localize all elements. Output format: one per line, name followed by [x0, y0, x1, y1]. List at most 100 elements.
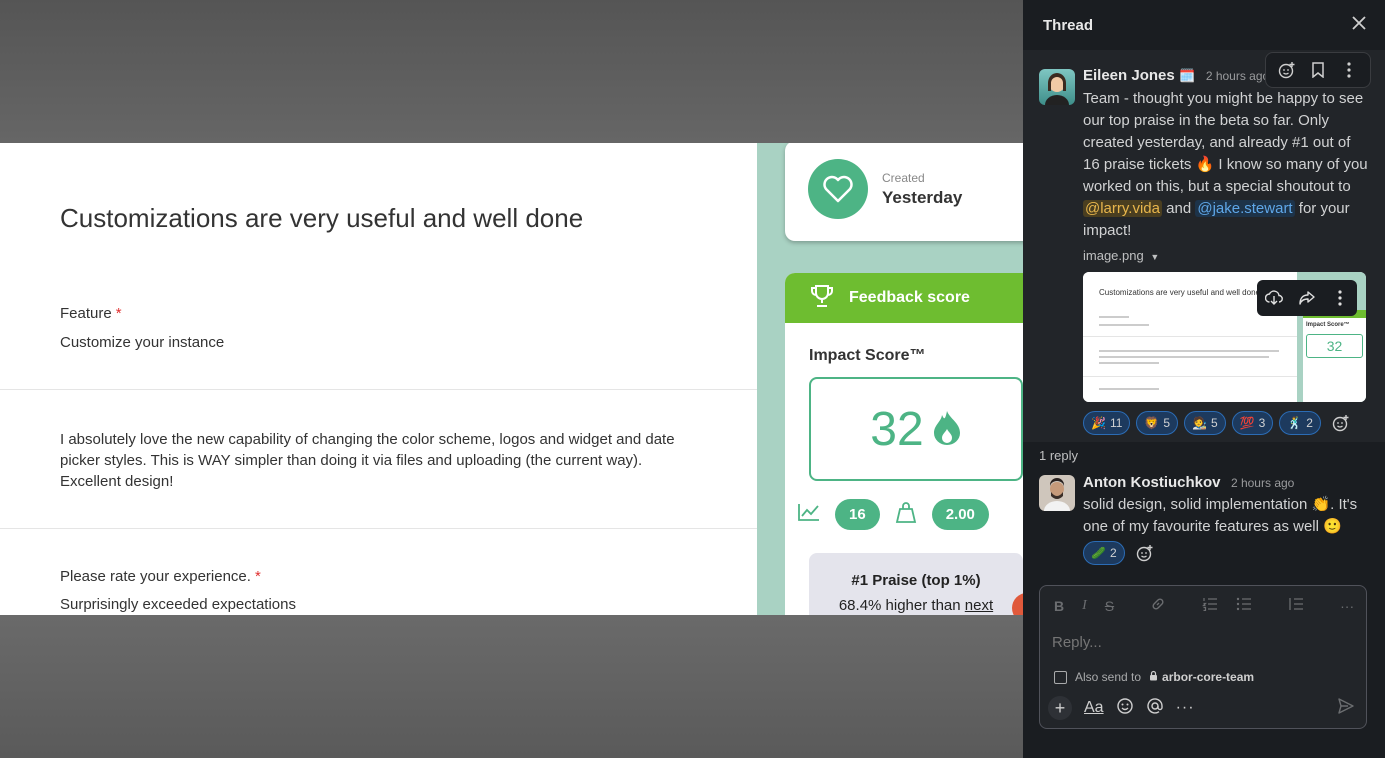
thumb-score-label: Impact Score™ [1306, 322, 1350, 328]
mention-jake[interactable]: @jake.stewart [1195, 200, 1295, 217]
thumb-title: Customizations are very useful and well … [1099, 288, 1260, 297]
emoji-icon[interactable] [1116, 697, 1134, 720]
reply-meta: Anton Kostiuchkov 2 hours ago [1083, 474, 1294, 492]
thumb-score-card: Impact Score™ 32 [1303, 310, 1366, 402]
lightbox-backdrop-top [0, 0, 1023, 143]
score-header-label: Feedback score [849, 289, 970, 306]
avatar[interactable] [1039, 69, 1075, 105]
share-icon[interactable] [1297, 288, 1317, 308]
praise-title: #1 Praise (top 1%) [851, 572, 981, 589]
reply-reaction-bar: 🥒 2 [1083, 541, 1159, 565]
reply-composer: B I S ··· Also send to arbor-core-team +… [1039, 585, 1367, 729]
rating-label: Please rate your experience. * [60, 568, 261, 585]
impact-score-value: 32 [870, 402, 924, 456]
ordered-list-icon[interactable] [1202, 597, 1218, 614]
flame-icon [932, 409, 962, 450]
feedback-form: Customizations are very useful and well … [0, 143, 757, 615]
plus-icon[interactable]: + [1048, 696, 1072, 720]
status-emoji: 🗓️ [1179, 68, 1196, 83]
download-icon[interactable] [1264, 288, 1284, 308]
praise-rank-box: #1 Praise (top 1%) 68.4% higher than nex… [809, 553, 1023, 615]
link-icon[interactable] [1150, 596, 1166, 615]
add-reaction-icon[interactable] [1277, 60, 1297, 80]
reply-body: solid design, solid implementation 👏. It… [1083, 496, 1358, 535]
reaction-cucumber[interactable]: 🥒 2 [1083, 541, 1125, 565]
impact-title: Impact Score™ [809, 347, 926, 364]
more-vertical-icon[interactable] [1339, 60, 1359, 80]
reaction-bar: 🎉 11 🦁 5 🧑‍🎨 5 💯 3 🕺 2 [1083, 411, 1355, 435]
reply-count: 1 reply [1039, 448, 1079, 463]
bullet-list-icon[interactable] [1236, 597, 1252, 614]
trophy-icon [809, 284, 835, 313]
lightbox-backdrop-bottom [0, 615, 1023, 758]
thumb-line [1099, 356, 1269, 358]
file-name[interactable]: image.png ▼ [1083, 248, 1159, 263]
thumb-score: 32 [1306, 334, 1363, 358]
add-reaction-icon[interactable] [1327, 411, 1355, 435]
message-actions [1265, 52, 1371, 88]
italic-icon[interactable]: I [1082, 598, 1087, 614]
composer-actions: + Aa ··· [1048, 696, 1195, 720]
mention-icon[interactable] [1146, 697, 1164, 720]
strikethrough-icon[interactable]: S [1105, 598, 1114, 614]
thumb-line [1099, 350, 1279, 352]
created-value: Yesterday [882, 188, 963, 207]
parent-message: Eileen Jones 🗓️ 2 hours ago Team - thoug… [1023, 50, 1385, 442]
thumb-line [1099, 388, 1159, 390]
heart-icon [808, 159, 868, 219]
more-vertical-icon[interactable] [1330, 288, 1350, 308]
bold-icon[interactable]: B [1054, 598, 1064, 614]
chevron-down-icon[interactable]: ▼ [1150, 252, 1159, 262]
author-name[interactable]: Eileen Jones [1083, 67, 1175, 84]
bookmark-icon[interactable] [1308, 60, 1328, 80]
stat-ratio-pill: 2.00 [931, 499, 989, 530]
rating-value: Surprisingly exceeded expectations [60, 596, 296, 613]
message-body: Team - thought you might be happy to see… [1083, 90, 1368, 239]
thumb-line [1099, 362, 1159, 364]
score-header: Feedback score [785, 273, 1023, 323]
avatar[interactable] [1039, 475, 1075, 511]
trend-icon [797, 502, 821, 527]
feature-label: Feature * [60, 305, 122, 322]
feedback-score-card: Feedback score Impact Score™ 32 16 2.00 … [785, 273, 1023, 615]
also-send-row: Also send to arbor-core-team [1054, 670, 1254, 684]
feature-value: Customize your instance [60, 334, 225, 351]
author-name[interactable]: Anton Kostiuchkov [1083, 474, 1221, 491]
blockquote-icon[interactable] [1288, 597, 1304, 614]
comment-text: I absolutely love the new capability of … [60, 431, 675, 490]
score-sidebar: Created Yesterday Feedback score Impact … [757, 143, 1023, 615]
timestamp[interactable]: 2 hours ago [1206, 69, 1269, 83]
mention-larry[interactable]: @larry.vida [1083, 200, 1162, 217]
thumb-line [1099, 324, 1149, 326]
reaction-party[interactable]: 🎉 11 [1083, 411, 1131, 435]
format-toolbar: B I S ··· [1040, 586, 1366, 625]
praise-subtitle: 68.4% higher than next [838, 597, 994, 614]
reaction-hundred[interactable]: 💯 3 [1231, 411, 1274, 435]
also-send-label: Also send to [1075, 670, 1142, 684]
message-meta: Eileen Jones 🗓️ 2 hours ago [1083, 67, 1269, 85]
divider [0, 389, 757, 390]
attachment-actions [1257, 280, 1357, 316]
more-horizontal-icon[interactable]: ··· [1176, 699, 1195, 717]
reaction-lion[interactable]: 🦁 5 [1136, 411, 1179, 435]
form-title: Customizations are very useful and well … [60, 203, 584, 233]
stats-row: 16 2.00 [797, 499, 989, 530]
add-reaction-icon[interactable] [1131, 541, 1159, 565]
close-icon[interactable] [1351, 14, 1367, 37]
also-send-checkbox[interactable] [1054, 670, 1067, 684]
thread-header: Thread [1023, 0, 1385, 50]
channel-name[interactable]: arbor-core-team [1162, 670, 1254, 684]
timestamp[interactable]: 2 hours ago [1231, 476, 1294, 490]
reaction-artist[interactable]: 🧑‍🎨 5 [1184, 411, 1226, 435]
image-preview: Customizations are very useful and well … [0, 143, 1023, 615]
created-label: Created [882, 171, 925, 185]
formatting-toggle[interactable]: Aa [1084, 699, 1104, 717]
more-icon[interactable]: ··· [1340, 598, 1354, 614]
thumb-divider [1083, 336, 1297, 337]
image-attachment[interactable]: Customizations are very useful and well … [1083, 272, 1366, 402]
stat-count-pill: 16 [835, 499, 880, 530]
reaction-dancer[interactable]: 🕺 2 [1279, 411, 1321, 435]
send-icon[interactable] [1338, 698, 1354, 719]
reply-input[interactable] [1052, 634, 1352, 651]
divider [0, 528, 757, 529]
